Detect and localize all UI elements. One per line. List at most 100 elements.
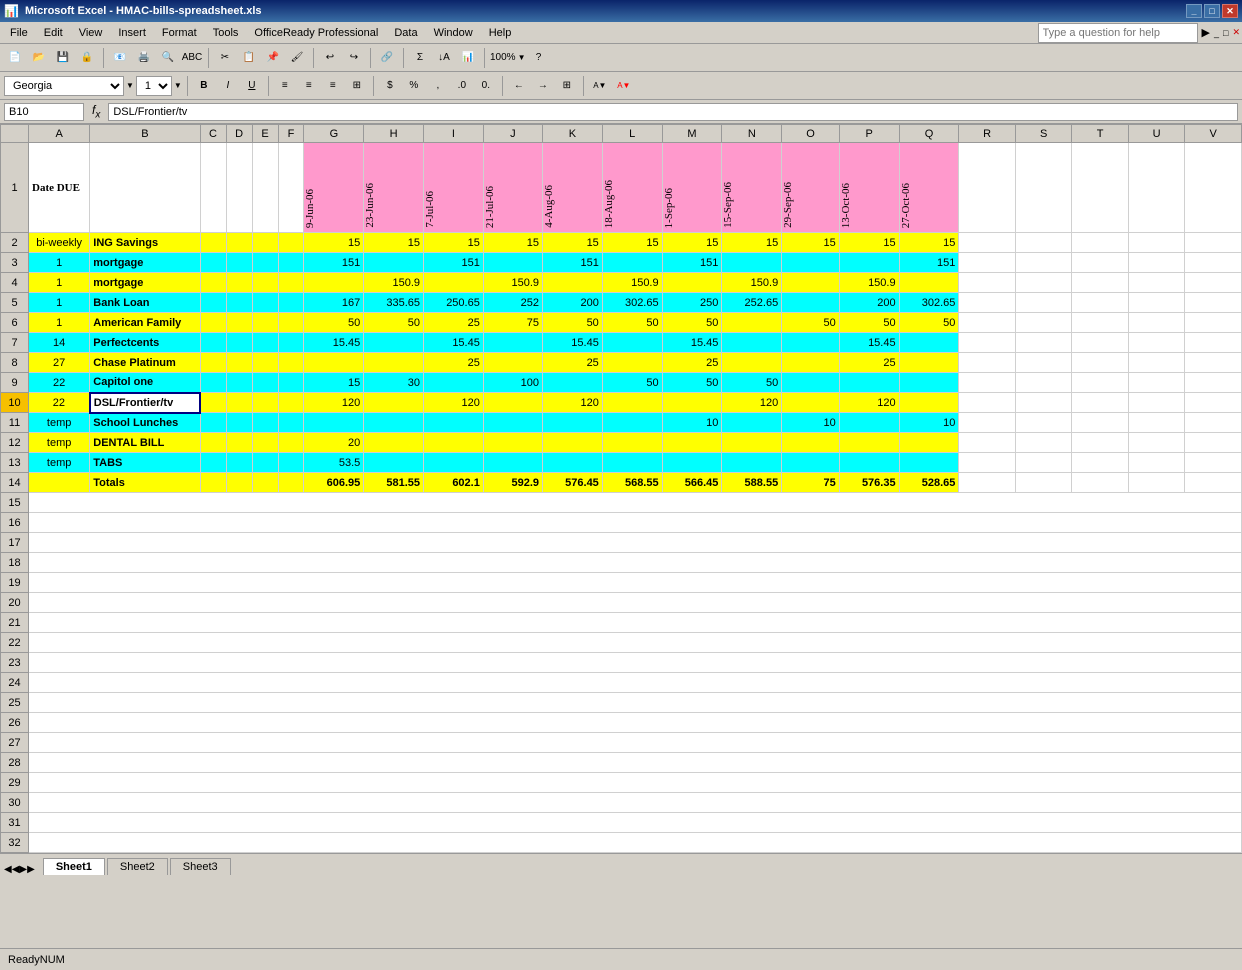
- cell-F13[interactable]: [278, 453, 304, 473]
- cell-I2[interactable]: 15: [424, 233, 484, 253]
- col-Q[interactable]: Q: [899, 125, 959, 143]
- row-header-8[interactable]: 8: [1, 353, 29, 373]
- cell-J10[interactable]: [483, 393, 542, 413]
- cell-T11[interactable]: [1072, 413, 1128, 433]
- cell-G1[interactable]: 9-Jun-06: [304, 143, 364, 233]
- col-B[interactable]: B: [90, 125, 200, 143]
- cell-H5[interactable]: 335.65: [364, 293, 424, 313]
- cell-U4[interactable]: [1128, 273, 1185, 293]
- font-size-select[interactable]: 11: [136, 76, 172, 96]
- cell-row16[interactable]: [29, 513, 1242, 533]
- cell-I3[interactable]: 151: [424, 253, 484, 273]
- cell-K1[interactable]: 4-Aug-06: [543, 143, 603, 233]
- cell-D6[interactable]: [226, 313, 252, 333]
- cell-J4[interactable]: 150.9: [483, 273, 542, 293]
- comma-button[interactable]: ,: [427, 75, 449, 97]
- cell-S12[interactable]: [1015, 433, 1071, 453]
- redo-button[interactable]: ↪: [343, 47, 365, 69]
- cell-P6[interactable]: 50: [839, 313, 899, 333]
- cell-Q7[interactable]: [899, 333, 959, 353]
- cell-P10[interactable]: 120: [839, 393, 899, 413]
- row-header-21[interactable]: 21: [1, 613, 29, 633]
- cell-D11[interactable]: [226, 413, 252, 433]
- cell-row20[interactable]: [29, 593, 1242, 613]
- cell-F8[interactable]: [278, 353, 304, 373]
- cell-H7[interactable]: [364, 333, 424, 353]
- cell-E7[interactable]: [252, 333, 278, 353]
- cell-S5[interactable]: [1015, 293, 1071, 313]
- cell-E4[interactable]: [252, 273, 278, 293]
- cell-P2[interactable]: 15: [839, 233, 899, 253]
- cell-F10[interactable]: [278, 393, 304, 413]
- cell-M12[interactable]: [662, 433, 722, 453]
- row-header-25[interactable]: 25: [1, 693, 29, 713]
- cell-R3[interactable]: [959, 253, 1016, 273]
- cell-L11[interactable]: [602, 413, 662, 433]
- cell-I6[interactable]: 25: [424, 313, 484, 333]
- cell-A5[interactable]: 1: [29, 293, 90, 313]
- col-P[interactable]: P: [839, 125, 899, 143]
- row-header-17[interactable]: 17: [1, 533, 29, 553]
- row-header-2[interactable]: 2: [1, 233, 29, 253]
- cell-A2[interactable]: bi-weekly: [29, 233, 90, 253]
- row-header-24[interactable]: 24: [1, 673, 29, 693]
- cell-U7[interactable]: [1128, 333, 1185, 353]
- cell-C6[interactable]: [200, 313, 226, 333]
- sheet-tab-1[interactable]: Sheet1: [43, 858, 105, 875]
- cell-B4[interactable]: mortgage: [90, 273, 200, 293]
- cell-L6[interactable]: 50: [602, 313, 662, 333]
- print-preview-button[interactable]: 🔍: [157, 47, 179, 69]
- cell-U9[interactable]: [1128, 373, 1185, 393]
- cell-G10[interactable]: 120: [304, 393, 364, 413]
- cell-I4[interactable]: [424, 273, 484, 293]
- cell-J6[interactable]: 75: [483, 313, 542, 333]
- cell-R9[interactable]: [959, 373, 1016, 393]
- cell-O3[interactable]: [782, 253, 840, 273]
- cell-L13[interactable]: [602, 453, 662, 473]
- cell-F12[interactable]: [278, 433, 304, 453]
- cell-B2[interactable]: ING Savings: [90, 233, 200, 253]
- cell-N2[interactable]: 15: [722, 233, 782, 253]
- cell-row29[interactable]: [29, 773, 1242, 793]
- cell-R5[interactable]: [959, 293, 1016, 313]
- cell-Q10[interactable]: [899, 393, 959, 413]
- cell-J2[interactable]: 15: [483, 233, 542, 253]
- cell-row22[interactable]: [29, 633, 1242, 653]
- cell-P14[interactable]: 576.35: [839, 473, 899, 493]
- tab-scroll-right[interactable]: ▶: [27, 864, 35, 875]
- merge-button[interactable]: ⊞: [346, 75, 368, 97]
- col-V[interactable]: V: [1185, 125, 1242, 143]
- cell-S14[interactable]: [1015, 473, 1071, 493]
- cell-C7[interactable]: [200, 333, 226, 353]
- cell-N8[interactable]: [722, 353, 782, 373]
- cell-V11[interactable]: [1185, 413, 1242, 433]
- cell-K13[interactable]: [543, 453, 603, 473]
- cell-M11[interactable]: 10: [662, 413, 722, 433]
- cell-L5[interactable]: 302.65: [602, 293, 662, 313]
- row-header-26[interactable]: 26: [1, 713, 29, 733]
- cell-C13[interactable]: [200, 453, 226, 473]
- cell-F11[interactable]: [278, 413, 304, 433]
- cell-H2[interactable]: 15: [364, 233, 424, 253]
- cell-J14[interactable]: 592.9: [483, 473, 542, 493]
- row-header-10[interactable]: 10: [1, 393, 29, 413]
- menu-edit[interactable]: Edit: [36, 25, 71, 41]
- row-header-3[interactable]: 3: [1, 253, 29, 273]
- cell-J7[interactable]: [483, 333, 542, 353]
- cell-D4[interactable]: [226, 273, 252, 293]
- cell-D5[interactable]: [226, 293, 252, 313]
- cell-K5[interactable]: 200: [543, 293, 603, 313]
- cell-O2[interactable]: 15: [782, 233, 840, 253]
- cell-E11[interactable]: [252, 413, 278, 433]
- decrease-indent-button[interactable]: ←: [508, 75, 530, 97]
- formula-input-box[interactable]: DSL/Frontier/tv: [108, 103, 1238, 121]
- row-header-16[interactable]: 16: [1, 513, 29, 533]
- cell-D1[interactable]: [226, 143, 252, 233]
- cell-R1[interactable]: [959, 143, 1016, 233]
- row-header-11[interactable]: 11: [1, 413, 29, 433]
- menu-view[interactable]: View: [71, 25, 111, 41]
- col-H[interactable]: H: [364, 125, 424, 143]
- cell-S2[interactable]: [1015, 233, 1071, 253]
- cell-J13[interactable]: [483, 453, 542, 473]
- cell-D2[interactable]: [226, 233, 252, 253]
